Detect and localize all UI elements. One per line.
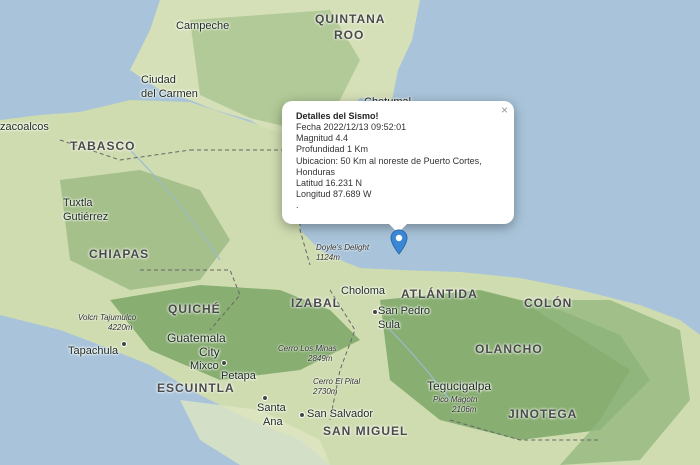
city-dot xyxy=(262,395,268,401)
popup-latitud: Latitud 16.231 N xyxy=(296,178,363,189)
label-cerro-el-pital-elev: 2730m xyxy=(313,387,338,396)
terrain-layer xyxy=(0,0,700,465)
popup-close-button[interactable]: × xyxy=(501,103,508,117)
label-ana: Ana xyxy=(263,416,283,428)
label-tabasco: TABASCO xyxy=(70,139,136,153)
city-dot xyxy=(121,341,127,347)
label-city: City xyxy=(199,345,220,359)
label-izabal: IZABAL xyxy=(291,296,341,310)
label-sula: Sula xyxy=(378,319,401,331)
label-jinotega: JINOTEGA xyxy=(508,407,578,421)
city-dot xyxy=(372,309,378,315)
label-escuintla: ESCUINTLA xyxy=(157,381,235,395)
label-cerro-los-minas: Cerro Los Minas xyxy=(278,344,337,353)
label-cerro-los-minas-elev: 2849m xyxy=(308,354,333,363)
label-chiapas: CHIAPAS xyxy=(89,247,150,261)
label-olancho: OLANCHO xyxy=(475,342,543,356)
label-pico-elev: 2106m xyxy=(452,405,477,414)
label-ciudad: Ciudad xyxy=(141,74,176,86)
label-doyles-delight: Doyle's Delight xyxy=(316,243,370,252)
label-tuxtla: Tuxtla xyxy=(63,197,93,209)
label-mixco: Mixco xyxy=(190,360,219,372)
label-tapachula: Tapachula xyxy=(68,345,119,357)
label-cerro-el-pital: Cerro El Pital xyxy=(313,377,361,386)
label-quintana: QUINTANA xyxy=(315,12,386,26)
label-gutierrez: Gutiérrez xyxy=(63,211,109,223)
city-dot xyxy=(221,360,227,366)
popup-longitud: Longitud 87.689 W xyxy=(296,189,372,200)
earthquake-popup: × Detalles del Sismo! Fecha 2022/12/13 0… xyxy=(282,101,514,224)
label-del-carmen: del Carmen xyxy=(141,88,198,100)
popup-profundidad: Profundidad 1 Km xyxy=(296,144,369,155)
label-san-miguel: SAN MIGUEL xyxy=(323,424,409,438)
label-san-pedro: San Pedro xyxy=(378,305,430,317)
popup-fecha: Fecha 2022/12/13 09:52:01 xyxy=(296,122,407,132)
label-san-salvador: San Salvador xyxy=(307,408,374,420)
label-atlantida: ATLÁNTIDA xyxy=(401,287,478,301)
city-dot xyxy=(299,412,305,418)
label-volcan-tajumulco: Volcn Tajumulco xyxy=(78,313,137,322)
popup-title: Detalles del Sismo! xyxy=(296,111,379,121)
map-canvas[interactable]: Campeche QUINTANA ROO Ciudad del Carmen … xyxy=(0,0,700,465)
map-pin-icon[interactable] xyxy=(390,229,408,260)
label-campeche: Campeche xyxy=(176,20,230,32)
popup-extra: . xyxy=(296,200,299,211)
label-colon: COLÓN xyxy=(524,296,573,310)
popup-ubicacion-country: Honduras xyxy=(296,166,336,177)
label-roo: ROO xyxy=(334,28,365,42)
label-pico-magotn: Pico Magotn xyxy=(433,395,478,404)
popup-magnitud: Magnitud 4.4 xyxy=(296,133,349,144)
label-volcan-elev: 4220m xyxy=(108,323,133,332)
label-coatzacoalcos: zacoalcos xyxy=(0,121,49,133)
label-choloma: Choloma xyxy=(341,285,386,297)
label-santa: Santa xyxy=(257,402,286,414)
popup-ubicacion: Ubicacion: 50 Km al noreste de Puerto Co… xyxy=(296,155,482,166)
label-tegucigalpa: Tegucigalpa xyxy=(427,379,492,393)
label-quiche: QUICHÉ xyxy=(168,302,221,316)
label-guatemala: Guatemala xyxy=(167,331,226,345)
label-doyles-elev: 1124m xyxy=(316,253,340,262)
